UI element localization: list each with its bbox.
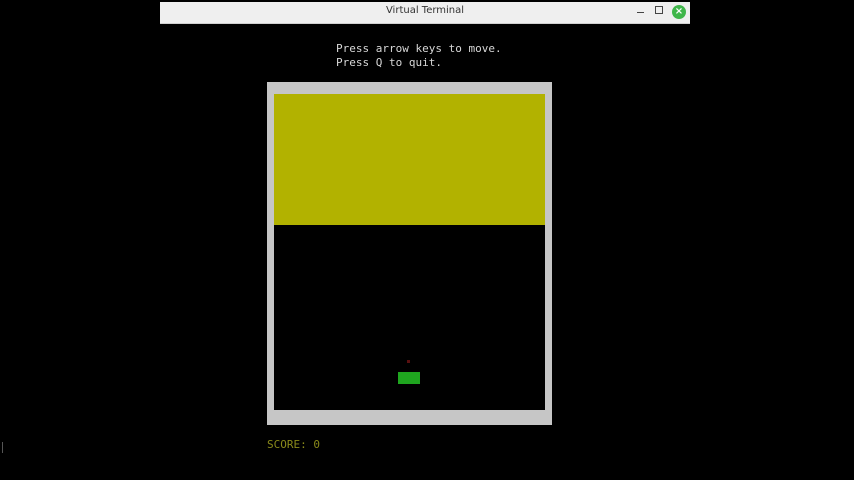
minimize-button[interactable] bbox=[633, 5, 647, 19]
score-display: SCORE: 0 bbox=[267, 438, 320, 451]
game-arena bbox=[267, 82, 552, 425]
text-cursor bbox=[2, 442, 3, 453]
instructions-text: Press arrow keys to move. Press Q to qui… bbox=[336, 42, 502, 70]
game-playfield bbox=[274, 94, 545, 410]
close-button[interactable]: × bbox=[672, 5, 686, 19]
close-icon: × bbox=[674, 6, 684, 17]
maximize-button[interactable] bbox=[652, 5, 666, 19]
title-bar[interactable]: Virtual Terminal × bbox=[160, 2, 690, 24]
minimize-icon bbox=[636, 11, 644, 13]
terminal-area[interactable]: Press arrow keys to move. Press Q to qui… bbox=[160, 24, 690, 480]
yellow-block bbox=[274, 94, 545, 225]
maximize-icon bbox=[655, 6, 663, 14]
terminal-window: Virtual Terminal × Press arrow keys to m… bbox=[160, 2, 690, 480]
instructions-line-2: Press Q to quit. bbox=[336, 56, 442, 69]
window-title: Virtual Terminal bbox=[385, 5, 465, 16]
instructions-line-1: Press arrow keys to move. bbox=[336, 42, 502, 55]
ball bbox=[407, 360, 410, 363]
player-paddle bbox=[398, 372, 420, 384]
